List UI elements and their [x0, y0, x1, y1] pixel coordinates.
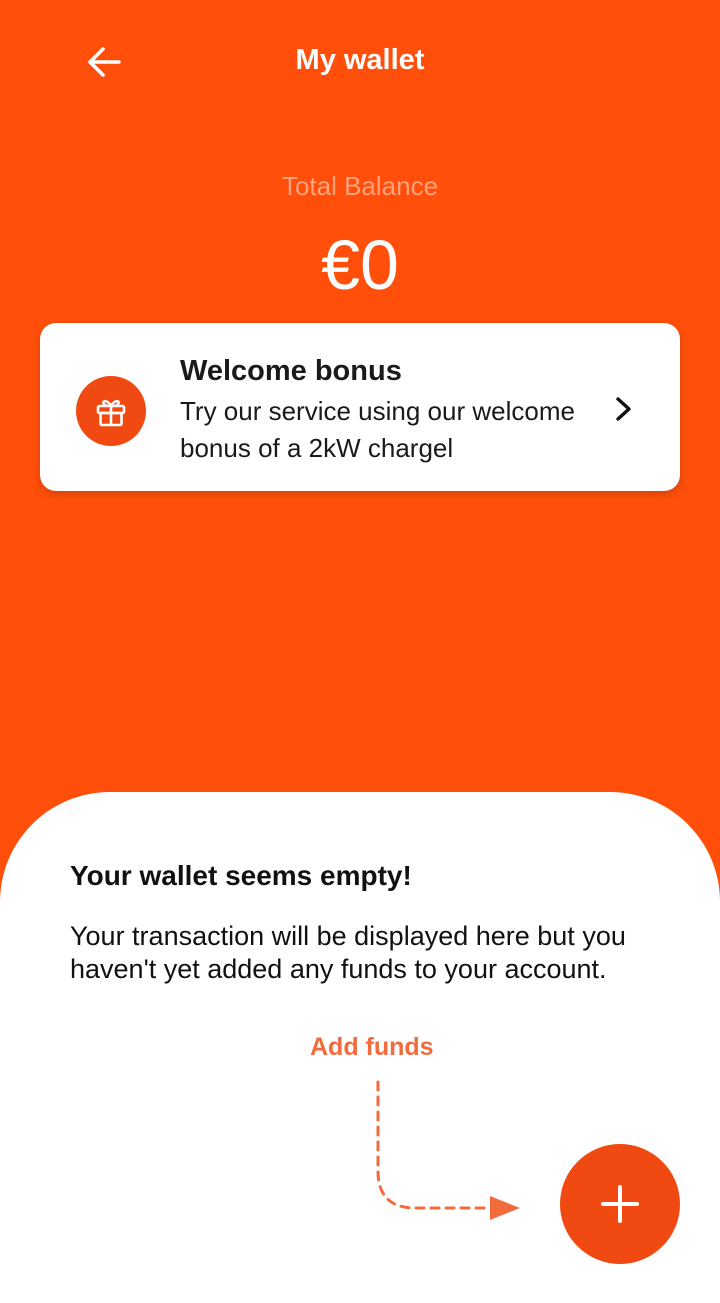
dashed-arrow-icon [376, 1080, 520, 1220]
empty-state-title: Your wallet seems empty! [70, 860, 412, 891]
empty-state-description: Your transaction will be displayed here … [70, 921, 626, 984]
total-balance-value: €0 [321, 226, 399, 304]
page-title: My wallet [295, 44, 425, 76]
bonus-title: Welcome bonus [180, 355, 402, 387]
top-bar: My wallet [0, 0, 720, 120]
bonus-description: Try our service using our welcome bonus … [180, 396, 575, 463]
total-balance-label: Total Balance [281, 171, 439, 201]
add-funds-button[interactable] [560, 1144, 680, 1264]
plus-icon [601, 1185, 639, 1223]
chevron-right-icon [616, 397, 631, 421]
gift-icon [96, 399, 126, 427]
welcome-bonus-card[interactable]: Welcome bonus Try our service using our … [40, 323, 680, 491]
add-funds-hint-label: Add funds [310, 1033, 434, 1061]
gift-icon-badge [76, 376, 146, 446]
